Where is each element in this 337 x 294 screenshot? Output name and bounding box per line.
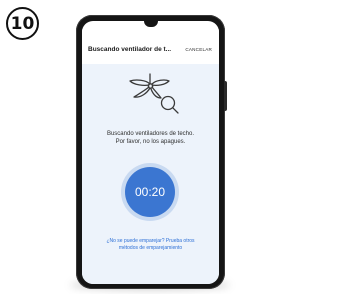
searching-message: Buscando ventiladores de techo. Por favo… bbox=[82, 131, 219, 146]
phone-side-button bbox=[224, 81, 227, 111]
camera-notch bbox=[144, 21, 158, 27]
help-link-line-2: métodos de emparejamiento bbox=[118, 244, 183, 251]
phone-screen: Buscando ventilador de t... CANCELAR Bus… bbox=[82, 21, 219, 284]
help-link-line-1: ¿No se puede emparejar? Prueba otros bbox=[106, 238, 195, 244]
countdown-timer: 00:20 bbox=[125, 167, 175, 217]
search-content: Buscando ventiladores de techo. Por favo… bbox=[82, 64, 219, 284]
app-header: Buscando ventilador de t... CANCELAR bbox=[82, 29, 219, 65]
step-number: 10 bbox=[10, 13, 35, 34]
page-title: Buscando ventilador de t... bbox=[88, 46, 172, 53]
phone-device: Buscando ventilador de t... CANCELAR Bus… bbox=[76, 15, 227, 289]
searching-line-1: Buscando ventiladores de techo. bbox=[106, 131, 195, 137]
alternative-pairing-link[interactable]: ¿No se puede emparejar? Prueba otros mét… bbox=[82, 238, 219, 251]
ceiling-fan-search-icon bbox=[129, 73, 179, 114]
searching-line-2: Por favor, no los apagues. bbox=[115, 138, 186, 145]
countdown-value: 00:20 bbox=[134, 185, 166, 199]
countdown-ring: 00:20 bbox=[121, 163, 179, 221]
cancel-button[interactable]: CANCELAR bbox=[185, 47, 212, 52]
step-number-badge: 10 bbox=[6, 7, 39, 40]
